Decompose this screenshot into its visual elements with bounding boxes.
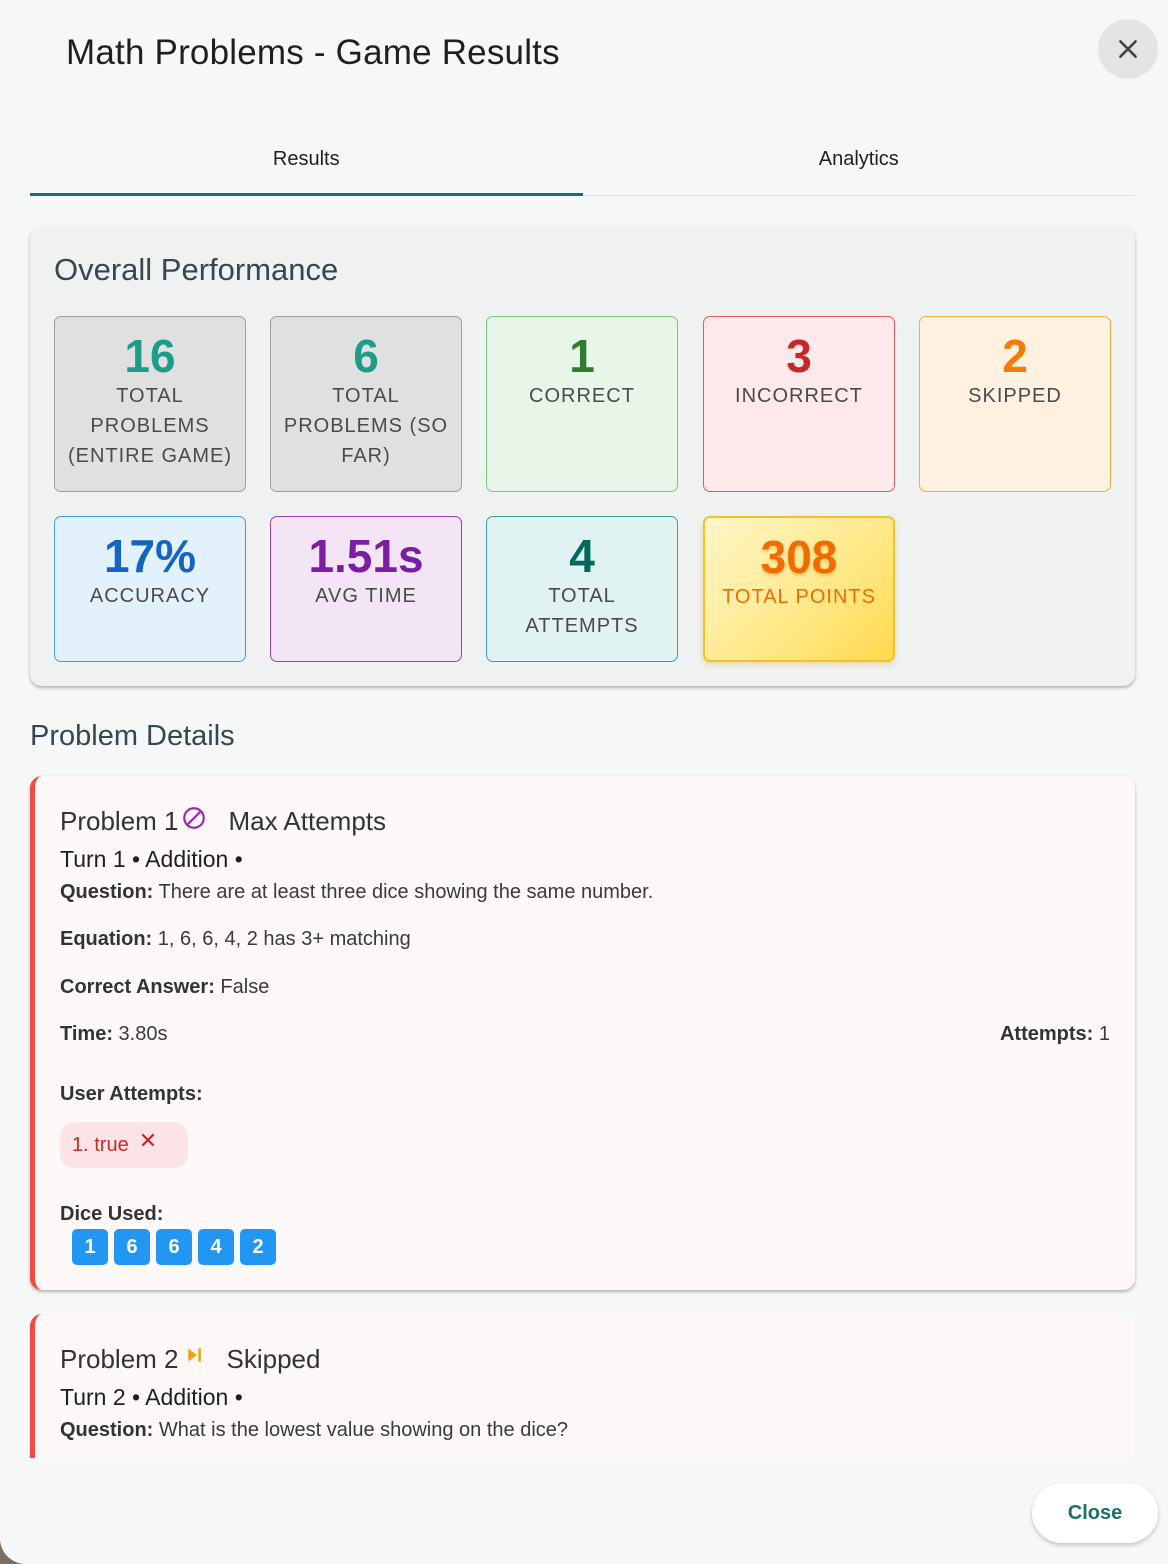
stat-avg-time: 1.51s AVG TIME — [270, 516, 462, 662]
stat-value: 6 — [353, 330, 379, 382]
correct-answer-field: Correct Answer: False — [60, 976, 269, 999]
close-icon-button[interactable] — [1098, 19, 1158, 79]
stat-label: SKIPPED — [968, 385, 1062, 407]
dialog-title: Math Problems - Game Results — [66, 33, 560, 72]
field-value: False — [220, 976, 270, 998]
field-label: Question: — [60, 1419, 154, 1441]
problem-number: Problem 2 — [60, 1344, 179, 1374]
section-title: Overall Performance — [54, 252, 339, 287]
field-value: There are at least three dice showing th… — [158, 881, 654, 903]
overall-performance-panel: Overall Performance 16 TOTAL PROBLEMS (E… — [30, 226, 1135, 686]
problem-status: Skipped — [226, 1344, 321, 1374]
stat-value: 1.51s — [308, 530, 424, 582]
results-dialog: Math Problems - Game Results Results Ana… — [0, 0, 1168, 1564]
tab-analytics[interactable]: Analytics — [583, 124, 1136, 195]
stat-total-attempts: 4 TOTAL ATTEMPTS — [486, 516, 678, 662]
field-label: Time: — [60, 1023, 113, 1045]
stat-label: CORRECT — [529, 385, 635, 407]
stat-value: 3 — [786, 330, 812, 382]
stat-label: INCORRECT — [735, 385, 863, 407]
field-value: 1 — [1098, 1023, 1110, 1045]
stat-value: 308 — [760, 531, 838, 583]
die: 6 — [114, 1229, 150, 1265]
problem-title: Problem 2 Skipped — [60, 1344, 320, 1375]
field-label: Dice Used: — [60, 1203, 164, 1225]
die: 2 — [240, 1229, 276, 1265]
problem-status: Max Attempts — [228, 806, 387, 836]
stat-label: TOTAL PROBLEMS (SO FAR) — [283, 385, 449, 467]
problem-title: Problem 1 Max Attempts — [60, 806, 386, 837]
problem-details-title: Problem Details — [30, 720, 235, 752]
stat-total-problems-so-far: 6 TOTAL PROBLEMS (SO FAR) — [270, 316, 462, 492]
stat-value: 17% — [103, 530, 197, 582]
field-value: 3.80s — [118, 1023, 168, 1045]
stat-correct: 1 CORRECT — [486, 316, 678, 492]
die: 4 — [198, 1229, 234, 1265]
stat-value: 2 — [1002, 330, 1028, 382]
attempt-text: 1. true — [72, 1133, 129, 1156]
tab-results[interactable]: Results — [30, 124, 583, 196]
die: 1 — [72, 1229, 108, 1265]
field-label: Equation: — [60, 928, 153, 950]
stat-incorrect: 3 INCORRECT — [703, 316, 895, 492]
stat-label: AVG TIME — [315, 585, 417, 607]
time-field: Time: 3.80s — [60, 1023, 167, 1046]
tab-bar: Results Analytics — [30, 124, 1135, 196]
close-icon: ✕ — [138, 1128, 158, 1153]
stat-total-points: 308 TOTAL POINTS — [703, 516, 895, 662]
field-label: Attempts: — [999, 1023, 1094, 1045]
stat-value: 16 — [124, 330, 176, 382]
user-attempts-label: User Attempts: — [60, 1083, 203, 1106]
stat-label: TOTAL POINTS — [722, 586, 876, 608]
problem-card: Problem 1 Max Attempts Turn 1 • Addition… — [30, 776, 1135, 1290]
attempts-field: Attempts: 1 — [1000, 1023, 1110, 1046]
question-field: Question: There are at least three dice … — [60, 881, 653, 904]
dialog-footer — [0, 1458, 1168, 1564]
field-value: 1, 6, 6, 4, 2 has 3+ matching — [157, 928, 411, 950]
question-field: Question: What is the lowest value showi… — [60, 1419, 568, 1442]
field-label: User Attempts: — [60, 1083, 203, 1105]
blocked-icon — [182, 806, 205, 829]
stat-total-problems-entire-game: 16 TOTAL PROBLEMS (ENTIRE GAME) — [54, 316, 246, 492]
problem-number: Problem 1 — [60, 806, 179, 836]
stat-skipped: 2 SKIPPED — [919, 316, 1111, 492]
stat-value: 1 — [569, 330, 595, 382]
stat-label: TOTAL PROBLEMS (ENTIRE GAME) — [67, 385, 233, 467]
die: 6 — [156, 1229, 192, 1265]
field-label: Question: — [60, 881, 154, 903]
stat-label: TOTAL ATTEMPTS — [525, 585, 639, 637]
equation-field: Equation: 1, 6, 6, 4, 2 has 3+ matching — [60, 928, 411, 951]
field-label: Correct Answer: — [60, 976, 215, 998]
stat-label: ACCURACY — [89, 585, 211, 607]
close-button[interactable]: Close — [1032, 1483, 1158, 1543]
dice-list: 1 6 6 4 2 — [72, 1229, 276, 1265]
stat-value: 4 — [569, 530, 595, 582]
stat-accuracy: 17% ACCURACY — [54, 516, 246, 662]
close-icon — [1119, 40, 1137, 58]
dice-used-label: Dice Used: — [60, 1203, 163, 1226]
problem-turn: Turn 1 • Addition • — [60, 846, 243, 872]
field-value: What is the lowest value showing on the … — [158, 1419, 569, 1441]
problem-turn: Turn 2 • Addition • — [60, 1384, 243, 1410]
skip-next-icon — [187, 1347, 201, 1362]
attempt-chip: 1. true ✕ — [60, 1122, 188, 1168]
